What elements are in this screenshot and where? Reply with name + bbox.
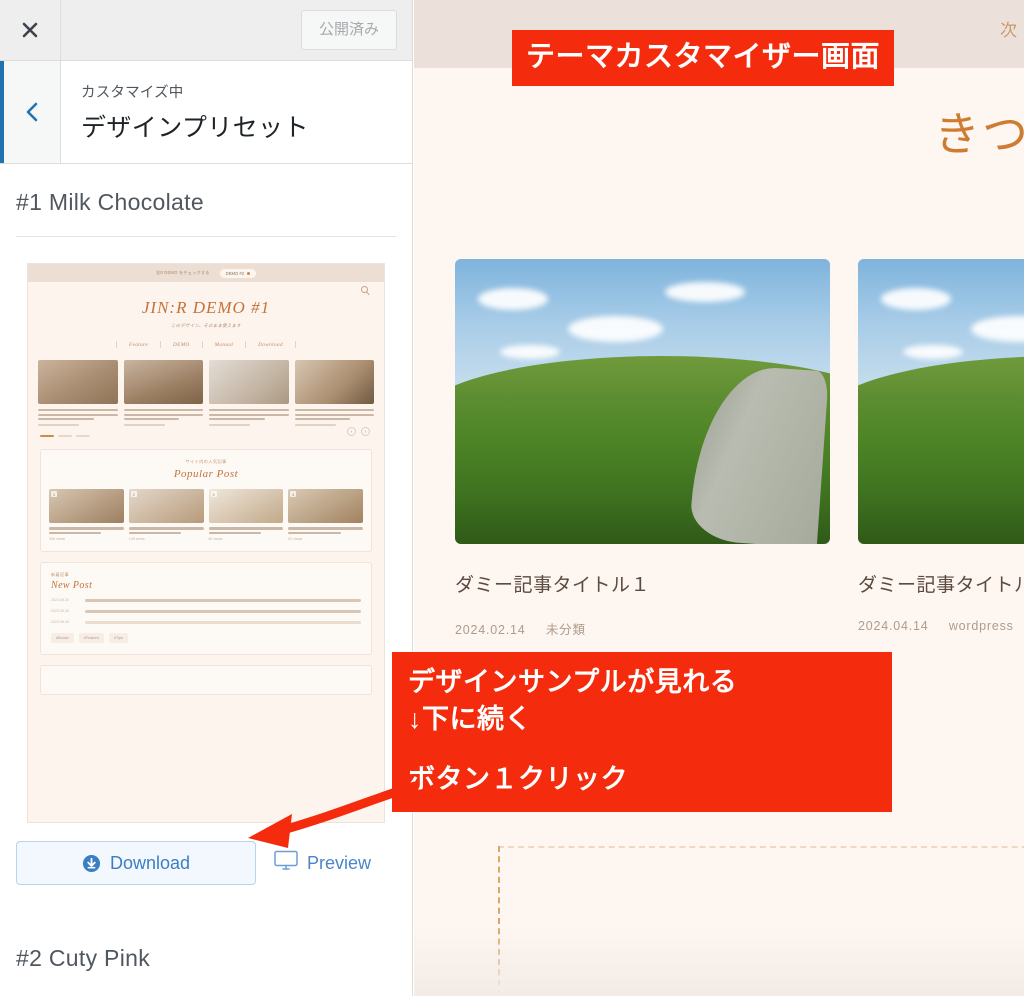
thumb-tag: #Feature [78,633,104,644]
download-circle-icon [82,854,101,873]
thumb-nav-item: DEMO [173,341,190,348]
thumb-site-tagline: このデザイン、そのまま使えます [170,323,242,328]
thumb-tag-list: #Books #Feature #Tips [51,633,361,644]
preview-site-heading: きつ [934,108,1024,160]
thumb-popular-item: 2 148 views [128,489,204,542]
preset-title: #2 Cuty Pink [16,945,150,971]
thumb-newpost-heading: New Post [51,580,93,592]
customizer-screen: 次 きつ ダミー記事タイトル１ 2024.02.14 未分類 ダミー記事タイトル… [0,0,1024,996]
thumb-post-card [123,360,203,427]
annotation-line-2: ↓下に続く [408,704,532,735]
thumb-newpost-row: 2023.06.30 [51,609,361,613]
thumb-newpost-eyebrow: 新着記事 [51,572,69,578]
preview-next-link[interactable]: 次 [1000,16,1022,41]
thumb-post-card [294,360,374,427]
chevron-left-icon[interactable] [0,61,61,163]
chevron-left-icon: ‹ [347,427,356,437]
publish-button[interactable]: 公開済み [300,10,397,50]
preview-bottom-fade [414,926,1024,996]
thumb-tag: #Books [51,633,74,644]
thumb-newpost-date: 2023.06.30 [51,620,69,625]
thumb-tag: #Tips [108,633,129,644]
thumb-nav-item: Download [258,341,283,348]
article-meta: 2024.02.14 未分類 [455,619,830,638]
preset-screenshot[interactable]: 全8 DEMO をチェックする DEMO #2 JIN:R DEMO #1 この… [27,263,385,823]
customizer-topbar: 公開済み [0,0,412,61]
thumb-newpost-section: 新着記事 New Post 2023.06.30 2023.06.30 2023… [40,562,372,656]
annotation-line-1: デザインサンプルが見れる [408,667,738,697]
thumb-popular-views: 80 views [208,537,223,542]
download-button-label: Download [109,852,191,873]
article-card[interactable]: ダミー記事タイトル 2024.04.14 wordpress [858,259,1024,638]
annotation-top-banner: テーマカスタマイザー画面 [512,30,895,87]
thumb-carousel-arrows: ‹ › [347,427,370,437]
chevron-right-icon: › [361,427,370,437]
thumb-popular-heading: Popular Post [173,468,239,481]
thumb-newpost-row: 2023.06.30 [51,620,361,624]
thumb-site-logo: JIN:R DEMO #1 [141,298,271,317]
section-divider-horizontal [498,846,1024,848]
thumb-popular-eyebrow: サイト内の人気記事 [185,459,227,465]
preview-article-grid: ダミー記事タイトル１ 2024.02.14 未分類 ダミー記事タイトル 2024… [455,259,1024,638]
thumb-popular-item: 4 52 views [288,489,363,541]
thumb-newpost-row: 2023.06.30 [51,598,361,602]
article-category[interactable]: 未分類 [546,623,586,637]
thumb-newpost-date: 2023.06.30 [51,598,69,603]
thumb-popular-item: 1 398 views [49,489,124,541]
thumb-demo-pill: DEMO #2 [219,268,257,278]
preset-title: #1 Milk Chocolate [16,189,204,215]
article-thumbnail-image [858,259,1024,544]
thumb-post-card [38,360,118,427]
annotation-arrow-icon [248,781,420,848]
thumb-popular-section: サイト内の人気記事 Popular Post 1 398 views 2 148… [40,449,372,553]
thumb-nav: Feature DEMO Manual Download [28,341,384,348]
thumb-announcement-text: 全8 DEMO をチェックする [155,270,210,275]
divider [16,236,396,237]
section-header-text: カスタマイズ中 デザインプリセット [61,61,412,163]
thumb-demo-pill-label: DEMO #2 [225,270,245,276]
thumb-nav-item: Feature [129,341,149,348]
article-thumbnail-image [455,259,830,544]
customizing-label: カスタマイズ中 [81,85,184,101]
thumb-newpost-date: 2023.06.30 [51,609,69,614]
page-title: デザインプリセット [81,114,309,142]
thumb-popular-grid: 1 398 views 2 148 views 3 80 views 4 52 … [49,489,363,541]
article-title[interactable]: ダミー記事タイトル [858,570,1024,597]
annotation-line-3: ボタン１クリック [408,763,628,794]
thumb-nav-item: Manual [214,341,234,348]
thumb-carousel-pager [28,426,384,438]
thumb-post-card [209,360,289,427]
article-title[interactable]: ダミー記事タイトル１ [455,570,830,597]
thumb-popular-item: 3 80 views [208,489,284,542]
thumb-announcement-bar: 全8 DEMO をチェックする DEMO #2 [28,264,384,282]
thumb-featured-grid [28,348,384,427]
article-meta: 2024.04.14 wordpress [858,619,1024,633]
article-category[interactable]: wordpress [949,619,1014,633]
annotation-mid-banner: デザインサンプルが見れる ↓下に続く ボタン１クリック [392,652,892,812]
customizer-section-header: カスタマイズ中 デザインプリセット [0,61,412,164]
article-card[interactable]: ダミー記事タイトル１ 2024.02.14 未分類 [455,259,830,638]
thumb-footer-block [40,665,372,696]
thumb-popular-views: 148 views [128,537,145,542]
bullet-icon [247,271,251,275]
thumb-popular-views: 52 views [288,537,303,542]
thumb-search-icon [361,286,368,293]
close-icon[interactable] [0,0,61,60]
live-preview-pane[interactable]: 次 きつ ダミー記事タイトル１ 2024.02.14 未分類 ダミー記事タイトル… [414,0,1024,996]
thumb-popular-views: 398 views [49,537,65,542]
article-date: 2024.04.14 [858,619,929,633]
download-button[interactable]: Download [16,841,256,885]
article-date: 2024.02.14 [455,623,526,637]
